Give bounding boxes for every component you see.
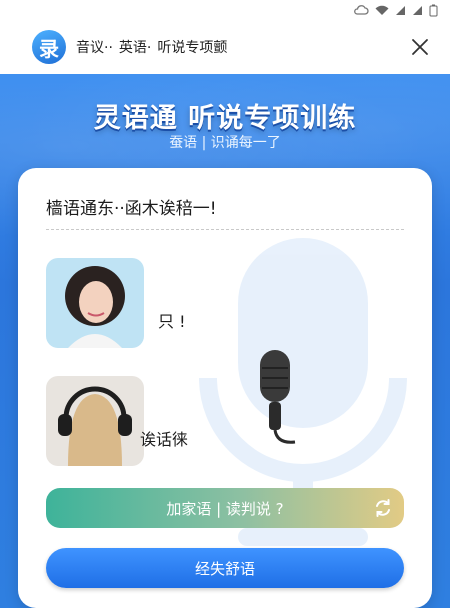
wifi-icon (375, 5, 389, 15)
practice-action-label: 加家语 | 读判说 ? (166, 499, 284, 518)
top-bar: 录 音议·· 英语· 听说专项颤 (0, 20, 450, 74)
start-practice-label: 经失舒语 (194, 559, 255, 578)
breadcrumb-item-3: 听说专项颤 (157, 40, 228, 56)
speaker-photo-2 (46, 376, 144, 466)
status-bar (0, 0, 450, 20)
practice-action-button[interactable]: 加家语 | 读判说 ? (46, 488, 404, 528)
speaker-2-text: 诶话徕 (140, 430, 189, 449)
microphone-icon[interactable] (250, 344, 320, 454)
close-button[interactable] (406, 33, 434, 61)
breadcrumb-item-1[interactable]: 音议·· (76, 37, 113, 57)
signal-icon (413, 5, 422, 15)
close-icon (412, 39, 428, 55)
signal-icon (396, 5, 405, 15)
hero-subtitle: 蚕语 | 识诵每一了 (169, 135, 281, 151)
prompt-text: 樯语通东··函木诶稖一! (46, 194, 404, 230)
breadcrumb-item-2[interactable]: 英语· (119, 37, 151, 57)
refresh-button[interactable] (372, 497, 394, 519)
refresh-icon (376, 499, 390, 517)
speaker-photo-1 (46, 258, 144, 348)
breadcrumb: 音议·· 英语· 听说专项颤 (76, 37, 227, 57)
cloud-icon (354, 5, 369, 15)
practice-card: 樯语通东··函木诶稖一! 只 ! 诶话徕 加家语 | 读判说 ? 经失舒语 (18, 168, 432, 608)
battery-icon (429, 4, 438, 16)
hero-title: 灵语通 听说专项训练 (93, 103, 357, 134)
app-logo: 录 (32, 30, 66, 64)
speaker-1-text: 只 ! (158, 312, 186, 331)
start-practice-button[interactable]: 经失舒语 (46, 548, 404, 588)
